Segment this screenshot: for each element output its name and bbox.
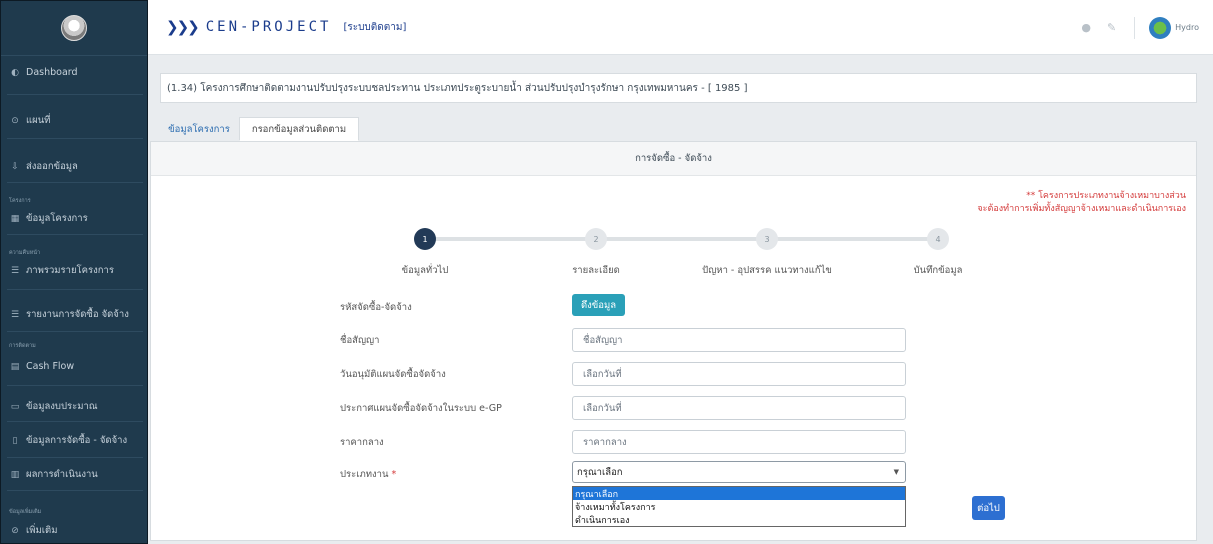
tab-tracking-input[interactable]: กรอกข้อมูลส่วนติดตาม bbox=[239, 117, 359, 141]
egp-announce-date-label: ประกาศแผนจัดซื้อจัดจ้างในระบบ e-GP bbox=[340, 403, 502, 414]
wrench-icon[interactable]: ✎ bbox=[1107, 21, 1116, 34]
sidebar-item-cash-flow[interactable]: ▤ Cash Flow bbox=[1, 361, 149, 372]
document-icon: ▯ bbox=[12, 435, 18, 446]
sidebar-item-label: ภาพรวมรายโครงการ bbox=[26, 265, 114, 276]
step-1-dot[interactable]: 1 bbox=[414, 228, 436, 250]
sidebar-divider bbox=[7, 490, 143, 491]
sidebar-divider bbox=[7, 138, 143, 139]
user-name[interactable]: Hydro bbox=[1175, 23, 1199, 32]
dropdown-option[interactable]: ดำเนินการเอง bbox=[573, 513, 905, 526]
procurement-code-label: รหัสจัดซื้อ-จัดจ้าง bbox=[340, 302, 412, 313]
sidebar-divider bbox=[7, 421, 143, 422]
header-actions: ● ✎ Hydro bbox=[1065, 0, 1199, 55]
plan-approval-date-input[interactable]: เลือกวันที่ bbox=[572, 362, 906, 386]
contract-name-label: ชื่อสัญญา bbox=[340, 335, 380, 346]
top-header: ❯❯❯ CEN-PROJECT [ระบบติดตาม] ● ✎ Hydro bbox=[148, 0, 1213, 55]
sidebar-item-label: แผนที่ bbox=[26, 115, 51, 126]
info-circle-icon[interactable]: ● bbox=[1081, 21, 1091, 34]
step-2-label: รายละเอียด bbox=[572, 265, 620, 276]
step-1-label: ข้อมูลทั่วไป bbox=[401, 265, 449, 276]
sidebar-item-project-overview[interactable]: ☰ ภาพรวมรายโครงการ bbox=[1, 263, 149, 278]
sidebar-item-label: เพิ่มเติม bbox=[26, 525, 58, 536]
bar-chart-icon: ▥ bbox=[10, 469, 20, 480]
sidebar-item-label: Cash Flow bbox=[26, 361, 75, 372]
sidebar-divider bbox=[7, 234, 143, 235]
fetch-data-button[interactable]: ดึงข้อมูล bbox=[572, 294, 625, 316]
sidebar-item-more[interactable]: ⊘ เพิ่มเติม bbox=[1, 523, 149, 538]
dashboard-icon: ◐ bbox=[11, 67, 19, 78]
sidebar-item-label: ผลการดำเนินงาน bbox=[26, 469, 98, 480]
map-pin-icon: ⊙ bbox=[11, 115, 19, 126]
sidebar-section-heading: ความคืบหน้า bbox=[9, 250, 41, 256]
step-2-dot[interactable]: 2 bbox=[585, 228, 607, 250]
info-icon: ⊘ bbox=[11, 525, 19, 536]
chevron-down-icon: ▼ bbox=[893, 468, 899, 476]
step-3-label: ปัญหา - อุปสรรค แนวทางแก้ไข bbox=[702, 265, 832, 276]
work-type-selected-value: กรุณาเลือก bbox=[577, 466, 623, 478]
sidebar-divider bbox=[7, 289, 143, 290]
procurement-card: การจัดซื้อ - จัดจ้าง ** โครงการประเภทงาน… bbox=[150, 141, 1197, 541]
header-divider bbox=[1134, 16, 1136, 39]
sidebar-item-map[interactable]: ⊙ แผนที่ bbox=[1, 113, 149, 128]
plan-approval-date-label: วันอนุมัติแผนจัดซื้อจัดจ้าง bbox=[340, 369, 446, 380]
required-marker: * bbox=[391, 469, 397, 480]
sidebar: ◐ Dashboard ⊙ แผนที่ ⇩ ส่งออกข้อมูล โครง… bbox=[0, 0, 148, 544]
budget-icon: ▭ bbox=[10, 401, 20, 412]
contract-name-input[interactable]: ชื่อสัญญา bbox=[572, 328, 906, 352]
chevrons-logo-icon: ❯❯❯ bbox=[166, 18, 200, 36]
list-icon: ☰ bbox=[10, 309, 20, 320]
sidebar-divider bbox=[7, 457, 143, 458]
note-line-1: ** โครงการประเภทงานจ้างเหมาบางส่วน bbox=[1026, 191, 1186, 201]
brand-title: CEN-PROJECT bbox=[205, 19, 332, 35]
sidebar-item-procurement-data[interactable]: ▯ ข้อมูลการจัดซื้อ - จัดจ้าง bbox=[1, 433, 149, 448]
sidebar-section-heading: โครงการ bbox=[9, 198, 31, 204]
sidebar-section-heading: การติดตาม bbox=[9, 343, 36, 349]
user-avatar[interactable] bbox=[1149, 16, 1172, 39]
money-icon: ▤ bbox=[10, 361, 20, 372]
step-4-dot[interactable]: 4 bbox=[927, 228, 949, 250]
sidebar-item-performance[interactable]: ▥ ผลการดำเนินงาน bbox=[1, 467, 149, 482]
sidebar-divider bbox=[7, 182, 143, 183]
sidebar-logo bbox=[1, 1, 147, 56]
egp-announce-date-input[interactable]: เลือกวันที่ bbox=[572, 396, 906, 420]
card-title: การจัดซื้อ - จัดจ้าง bbox=[151, 142, 1196, 176]
work-type-select[interactable]: กรุณาเลือก ▼ bbox=[572, 461, 906, 483]
work-type-label: ประเภทงาน * bbox=[340, 467, 396, 482]
note-line-2: จะต้องทำการเพิ่มทั้งสัญญาจ้างเหมาและดำเน… bbox=[977, 204, 1186, 214]
sidebar-item-export[interactable]: ⇩ ส่งออกข้อมูล bbox=[1, 159, 149, 174]
sidebar-divider bbox=[7, 331, 143, 332]
sidebar-item-dashboard[interactable]: ◐ Dashboard bbox=[1, 67, 149, 78]
dropdown-option[interactable]: จ้างเหมาทั้งโครงการ bbox=[573, 500, 905, 513]
median-price-label: ราคากลาง bbox=[340, 437, 384, 448]
sidebar-item-label: ส่งออกข้อมูล bbox=[26, 161, 78, 172]
sidebar-section-heading: ข้อมูลเพิ่มเติม bbox=[9, 509, 42, 515]
sidebar-item-label: ข้อมูลการจัดซื้อ - จัดจ้าง bbox=[26, 435, 128, 446]
stepper-track bbox=[425, 237, 938, 241]
sidebar-divider bbox=[7, 94, 143, 95]
sidebar-item-budget[interactable]: ▭ ข้อมูลงบประมาณ bbox=[1, 399, 149, 414]
export-icon: ⇩ bbox=[11, 161, 19, 172]
work-type-dropdown: กรุณาเลือก จ้างเหมาทั้งโครงการ ดำเนินการ… bbox=[572, 486, 906, 527]
sidebar-item-procurement-report[interactable]: ☰ รายงานการจัดซื้อ จัดจ้าง bbox=[1, 307, 149, 322]
table-icon: ▦ bbox=[10, 213, 20, 224]
sidebar-item-label: Dashboard bbox=[26, 67, 78, 78]
brand-subtitle: [ระบบติดตาม] bbox=[343, 21, 407, 33]
next-button[interactable]: ต่อไป bbox=[972, 496, 1005, 520]
list-icon: ☰ bbox=[10, 265, 20, 276]
project-title: (1.34) โครงการศึกษาติดตามงานปรับปรุงระบบ… bbox=[160, 73, 1197, 103]
work-type-label-text: ประเภทงาน bbox=[340, 469, 389, 480]
dropdown-option[interactable]: กรุณาเลือก bbox=[573, 487, 905, 500]
department-seal-logo bbox=[61, 15, 87, 41]
sidebar-item-label: ข้อมูลงบประมาณ bbox=[26, 401, 98, 412]
step-4-label: บันทึกข้อมูล bbox=[913, 265, 963, 276]
brand[interactable]: ❯❯❯ CEN-PROJECT [ระบบติดตาม] bbox=[166, 18, 406, 36]
sidebar-item-project-info[interactable]: ▦ ข้อมูลโครงการ bbox=[1, 211, 149, 226]
tab-project-info[interactable]: ข้อมูลโครงการ bbox=[160, 117, 238, 141]
step-3-dot[interactable]: 3 bbox=[756, 228, 778, 250]
sidebar-item-label: รายงานการจัดซื้อ จัดจ้าง bbox=[26, 309, 129, 320]
median-price-input[interactable]: ราคากลาง bbox=[572, 430, 906, 454]
sidebar-item-label: ข้อมูลโครงการ bbox=[26, 213, 88, 224]
sidebar-divider bbox=[7, 385, 143, 386]
